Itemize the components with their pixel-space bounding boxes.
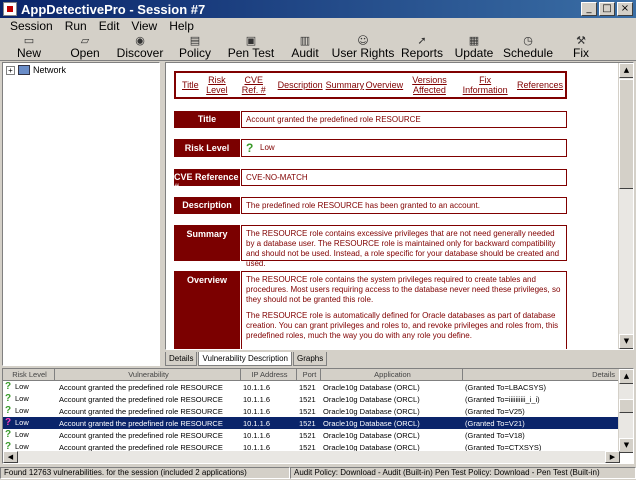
table-row[interactable]: ? Low Account granted the predefined role… bbox=[3, 393, 620, 405]
low-risk-icon: ? bbox=[246, 140, 254, 155]
list-scrollbar[interactable]: ▲ ▼ bbox=[618, 369, 633, 453]
nav-link-summary[interactable]: Summary bbox=[323, 80, 365, 90]
cve-label: CVE Reference # bbox=[174, 169, 240, 192]
window-controls: _ □ × bbox=[581, 2, 633, 16]
title-value: Account granted the predefined role RESO… bbox=[241, 111, 567, 128]
scroll-left-icon[interactable]: ◀ bbox=[3, 451, 18, 463]
menu-view[interactable]: View bbox=[125, 19, 163, 33]
status-policy: Audit Policy: Download - Audit (Built-in… bbox=[290, 467, 636, 479]
scroll-thumb[interactable] bbox=[619, 399, 633, 413]
risk-value: Low bbox=[260, 143, 275, 152]
scroll-up-icon[interactable]: ▲ bbox=[619, 63, 633, 78]
maximize-icon[interactable]: □ bbox=[599, 2, 615, 16]
menu-session[interactable]: Session bbox=[4, 19, 59, 33]
fix-button[interactable]: ⚒ Fix bbox=[556, 33, 606, 60]
menu-bar: Session Run Edit View Help bbox=[0, 18, 636, 33]
audit-button[interactable]: ▥ Audit bbox=[280, 33, 330, 60]
risk-section: Risk Level ? Low bbox=[174, 139, 567, 157]
nav-link-title[interactable]: Title bbox=[179, 80, 201, 90]
nav-link-overview[interactable]: Overview bbox=[363, 80, 404, 90]
risk-label: Risk Level bbox=[174, 139, 240, 157]
discover-button[interactable]: ◉ Discover bbox=[112, 33, 168, 60]
vulnerability-detail-panel: Title Risk Level CVE Ref. # Description … bbox=[165, 62, 634, 350]
menu-help[interactable]: Help bbox=[163, 19, 200, 33]
table-row-selected[interactable]: ? Low Account granted the predefined role… bbox=[3, 417, 620, 429]
policy-button[interactable]: ▤ Policy bbox=[168, 33, 222, 60]
title-label: Title bbox=[174, 111, 240, 128]
menu-run[interactable]: Run bbox=[59, 19, 93, 33]
tree-node-label: Network bbox=[33, 65, 67, 75]
schedule-button[interactable]: ◷ Schedule bbox=[500, 33, 556, 60]
tab-vulnerability-description[interactable]: Vulnerability Description bbox=[198, 352, 292, 366]
nav-link-description[interactable]: Description bbox=[275, 80, 323, 90]
vulnerability-list: Risk Level Vulnerability IP Address Port… bbox=[2, 368, 634, 464]
tab-graphs[interactable]: Graphs bbox=[292, 352, 328, 366]
column-header-details[interactable]: Details bbox=[463, 369, 620, 381]
summary-value: The RESOURCE role contains excessive pri… bbox=[241, 225, 567, 268]
low-risk-icon: ? bbox=[5, 417, 12, 428]
list-horizontal-scrollbar[interactable]: ◀ ▶ bbox=[3, 451, 620, 463]
new-button[interactable]: ▭ New bbox=[0, 33, 58, 60]
detail-tabs: Details Vulnerability Description Graphs bbox=[165, 352, 328, 366]
tab-details[interactable]: Details bbox=[165, 352, 198, 366]
close-icon[interactable]: × bbox=[617, 2, 633, 16]
cve-value: CVE-NO-MATCH bbox=[241, 169, 567, 186]
scroll-right-icon[interactable]: ▶ bbox=[605, 451, 620, 463]
column-header-port[interactable]: Port bbox=[297, 369, 321, 381]
summary-section: Summary The RESOURCE role contains exces… bbox=[174, 225, 567, 268]
nav-link-fix-information[interactable]: Fix Information bbox=[456, 75, 514, 95]
table-row[interactable]: ? Low Account granted the predefined role… bbox=[3, 405, 620, 417]
overview-paragraph-1: The RESOURCE role contains the system pr… bbox=[246, 275, 561, 304]
app-icon bbox=[3, 2, 17, 16]
low-risk-icon: ? bbox=[5, 381, 12, 392]
nav-link-cve-ref[interactable]: CVE Ref. # bbox=[233, 75, 275, 95]
menu-edit[interactable]: Edit bbox=[93, 19, 126, 33]
table-row[interactable]: ? Low Account granted the predefined role… bbox=[3, 429, 620, 441]
column-header-vulnerability[interactable]: Vulnerability bbox=[55, 369, 241, 381]
reports-button[interactable]: ➚ Reports bbox=[396, 33, 448, 60]
description-label: Description bbox=[174, 197, 240, 214]
column-header-ip-address[interactable]: IP Address bbox=[241, 369, 297, 381]
title-section: Title Account granted the predefined rol… bbox=[174, 111, 567, 128]
network-icon bbox=[18, 65, 30, 75]
pen-test-button[interactable]: ▣ Pen Test bbox=[222, 33, 280, 60]
nav-link-risk-level[interactable]: Risk Level bbox=[201, 75, 233, 95]
description-section: Description The predefined role RESOURCE… bbox=[174, 197, 567, 214]
list-header: Risk Level Vulnerability IP Address Port… bbox=[3, 369, 620, 381]
cve-section: CVE Reference # CVE-NO-MATCH bbox=[174, 169, 567, 192]
overview-label: Overview bbox=[174, 271, 240, 349]
scroll-down-icon[interactable]: ▼ bbox=[619, 334, 633, 349]
user-rights-button[interactable]: ☺ User Rights bbox=[330, 33, 396, 60]
column-header-risk-level[interactable]: Risk Level bbox=[3, 369, 55, 381]
risk-value-box: ? Low bbox=[241, 139, 567, 157]
title-bar: AppDetectivePro - Session #7 _ □ × bbox=[0, 0, 636, 18]
nav-link-references[interactable]: References bbox=[514, 80, 563, 90]
update-button[interactable]: ▦ Update bbox=[448, 33, 500, 60]
minimize-icon[interactable]: _ bbox=[581, 2, 597, 16]
low-risk-icon: ? bbox=[5, 393, 12, 404]
status-vulnerability-count: Found 12763 vulnerabilities. for the ses… bbox=[0, 467, 290, 479]
low-risk-icon: ? bbox=[5, 429, 12, 440]
scroll-down-icon[interactable]: ▼ bbox=[619, 438, 633, 453]
overview-section: Overview The RESOURCE role contains the … bbox=[174, 271, 567, 349]
status-bar: Found 12763 vulnerabilities. for the ses… bbox=[0, 466, 636, 480]
overview-paragraph-2: The RESOURCE role is automatically defin… bbox=[246, 311, 559, 340]
network-tree: + Network bbox=[2, 62, 160, 366]
overview-value: The RESOURCE role contains the system pr… bbox=[241, 271, 567, 349]
description-value: The predefined role RESOURCE has been gr… bbox=[241, 197, 567, 214]
nav-link-versions-affected[interactable]: Versions Affected bbox=[403, 75, 457, 95]
window-title: AppDetectivePro - Session #7 bbox=[21, 1, 206, 17]
table-row[interactable]: ? Low Account granted the predefined role… bbox=[3, 381, 620, 393]
scroll-up-icon[interactable]: ▲ bbox=[619, 369, 633, 384]
content-scrollbar[interactable]: ▲ ▼ bbox=[618, 63, 633, 349]
toolbar: ▭ New ▱ Open ◉ Discover ▤ Policy ▣ Pen T… bbox=[0, 33, 636, 61]
summary-label: Summary bbox=[174, 225, 240, 261]
low-risk-icon: ? bbox=[5, 405, 12, 416]
scroll-thumb[interactable] bbox=[619, 79, 633, 189]
tree-node-network[interactable]: + Network bbox=[3, 63, 159, 77]
open-button[interactable]: ▱ Open bbox=[58, 33, 112, 60]
expand-icon[interactable]: + bbox=[6, 65, 15, 75]
column-header-application[interactable]: Application bbox=[321, 369, 463, 381]
section-nav: Title Risk Level CVE Ref. # Description … bbox=[174, 71, 567, 99]
